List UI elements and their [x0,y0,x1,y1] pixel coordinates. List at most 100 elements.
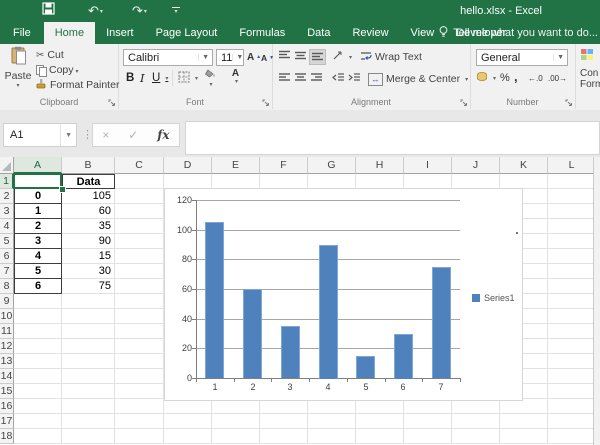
redo-dropdown-icon[interactable]: ▾ [144,8,147,15]
alignment-dialog-launcher-icon[interactable] [460,98,468,106]
row-header-2[interactable]: 2 [0,189,14,204]
merge-center-button[interactable]: ↔ Merge & Center [368,72,468,86]
cell-K1[interactable] [500,174,548,189]
paste-button[interactable]: Paste ▾ [4,46,32,94]
vertical-scrollbar[interactable] [593,157,600,445]
cell-B1[interactable]: Data [62,174,115,189]
cell-L18[interactable] [548,429,596,444]
paste-dropdown-icon[interactable]: ▾ [16,82,19,89]
cell-C2[interactable] [115,189,164,204]
font-size-select[interactable]: 11▼ [216,49,244,66]
cell-A4[interactable]: 2 [14,219,62,234]
cell-B13[interactable] [62,354,115,369]
bar-1[interactable] [205,222,224,378]
tab-home[interactable]: Home [44,22,95,44]
tab-formulas[interactable]: Formulas [228,22,296,44]
orientation-button[interactable] [332,50,352,64]
cell-C13[interactable] [115,354,164,369]
cell-L6[interactable] [548,249,596,264]
cell-C8[interactable] [115,279,164,294]
column-header-A[interactable]: A [14,157,62,174]
cell-A15[interactable] [14,384,62,399]
cell-J18[interactable] [452,429,500,444]
cell-B15[interactable] [62,384,115,399]
cell-A3[interactable]: 1 [14,204,62,219]
cell-B3[interactable]: 60 [62,204,115,219]
bold-button[interactable]: B [126,71,134,85]
clipboard-dialog-launcher-icon[interactable] [108,98,116,106]
tab-review[interactable]: Review [341,22,399,44]
row-header-16[interactable]: 16 [0,399,14,414]
select-all-button[interactable] [0,157,14,174]
cell-E17[interactable] [212,414,260,429]
row-header-15[interactable]: 15 [0,384,14,399]
cell-G18[interactable] [308,429,356,444]
cell-G16[interactable] [308,399,356,414]
fill-handle[interactable] [59,186,66,193]
enter-icon[interactable]: ✓ [128,128,138,142]
cell-L15[interactable] [548,384,596,399]
cell-B18[interactable] [62,429,115,444]
cell-J16[interactable] [452,399,500,414]
cell-A10[interactable] [14,309,62,324]
font-dialog-launcher-icon[interactable] [262,98,270,106]
bar-3[interactable] [281,326,300,378]
cell-G1[interactable] [308,174,356,189]
bar-2[interactable] [243,289,262,378]
name-box[interactable]: A1 ▼ [3,123,77,147]
tab-file[interactable]: File [0,22,44,44]
cell-D17[interactable] [164,414,212,429]
row-header-14[interactable]: 14 [0,369,14,384]
percent-style-button[interactable]: % [500,71,510,85]
cancel-icon[interactable]: × [102,128,109,142]
insert-function-icon[interactable]: fx [157,128,169,142]
align-bottom-button[interactable] [310,50,325,64]
customize-qat-button[interactable]: ▾ [172,0,180,22]
cell-C3[interactable] [115,204,164,219]
cell-J1[interactable] [452,174,500,189]
cell-L10[interactable] [548,309,596,324]
cell-L13[interactable] [548,354,596,369]
embedded-chart[interactable]: 0204060801001201234567Series1 [164,188,523,401]
number-format-select[interactable]: General▼ [476,49,568,66]
increase-decimal-button[interactable]: ←.0 [528,71,543,85]
cell-L3[interactable] [548,204,596,219]
column-header-E[interactable]: E [212,157,260,174]
save-button[interactable] [42,0,55,22]
cell-D16[interactable] [164,399,212,414]
bar-6[interactable] [394,334,413,379]
cell-A6[interactable]: 4 [14,249,62,264]
cell-L8[interactable] [548,279,596,294]
cell-C17[interactable] [115,414,164,429]
tab-page-layout[interactable]: Page Layout [145,22,229,44]
cell-C14[interactable] [115,369,164,384]
cell-A16[interactable] [14,399,62,414]
cell-C7[interactable] [115,264,164,279]
bar-4[interactable] [319,245,338,379]
cell-A9[interactable] [14,294,62,309]
cell-F17[interactable] [260,414,308,429]
redo-button[interactable]: ↷▾ [132,0,147,22]
cell-A12[interactable] [14,339,62,354]
font-color-button[interactable]: A [230,69,241,83]
cell-K18[interactable] [500,429,548,444]
cell-F1[interactable] [260,174,308,189]
cell-A18[interactable] [14,429,62,444]
bar-5[interactable] [356,356,375,378]
cell-K16[interactable] [500,399,548,414]
cell-B5[interactable]: 90 [62,234,115,249]
cell-G17[interactable] [308,414,356,429]
column-header-F[interactable]: F [260,157,308,174]
number-dialog-launcher-icon[interactable] [565,98,573,106]
row-header-7[interactable]: 7 [0,264,14,279]
underline-button[interactable]: U [152,71,168,85]
row-header-5[interactable]: 5 [0,234,14,249]
cell-B2[interactable]: 105 [62,189,115,204]
align-middle-button[interactable] [294,50,307,64]
cell-B8[interactable]: 75 [62,279,115,294]
cell-L14[interactable] [548,369,596,384]
cell-H17[interactable] [356,414,404,429]
name-box-arrow-icon[interactable]: ▼ [60,124,76,146]
undo-button[interactable]: ↶▾ [88,0,103,22]
row-header-8[interactable]: 8 [0,279,14,294]
